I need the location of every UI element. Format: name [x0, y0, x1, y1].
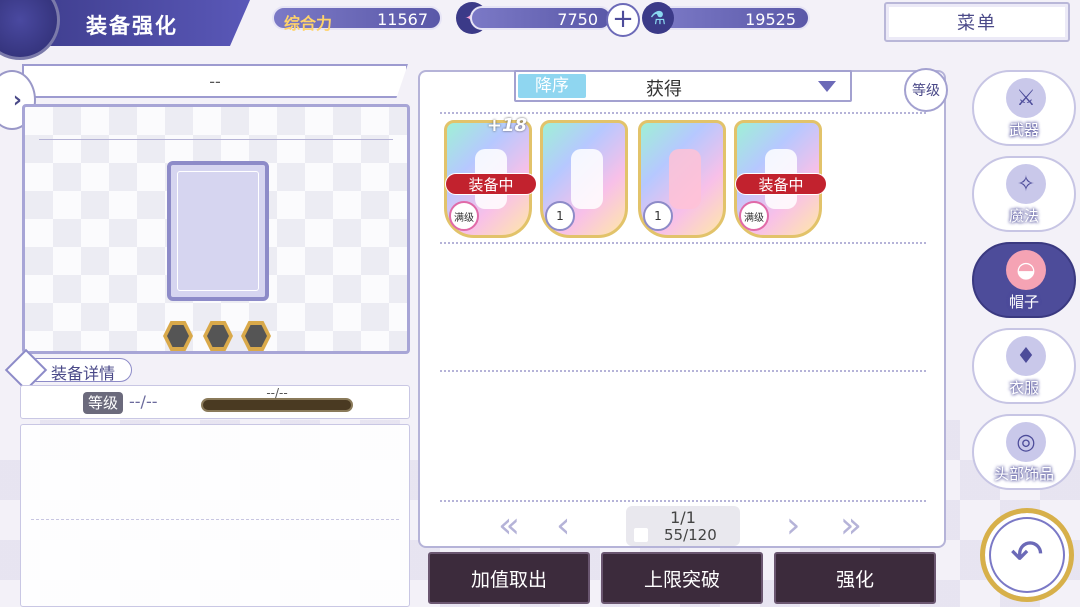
chevron-down-icon[interactable] — [818, 81, 836, 92]
page-title: 装备强化 — [86, 14, 178, 38]
row-divider — [440, 370, 926, 372]
equipped-badge: 装备中 — [735, 173, 827, 195]
currency1-stat: 7750 — [470, 6, 612, 30]
sort-order-button[interactable]: 降序 — [518, 74, 586, 98]
power-label: 综合力 — [284, 14, 333, 33]
equipped-badge: 装备中 — [445, 173, 537, 195]
inventory-item[interactable]: 装备中 满级 — [734, 120, 827, 238]
category-label: 武器 — [1008, 121, 1039, 139]
inventory-item[interactable]: 1 — [540, 120, 628, 238]
item-card-placeholder — [167, 161, 269, 301]
category-label: 头部饰品 — [993, 465, 1054, 483]
page-indicator: 1/1 55/120 — [626, 506, 740, 546]
card-inner-border — [177, 171, 259, 291]
exp-bar: --/-- — [201, 386, 353, 412]
title-emblem-icon — [0, 0, 60, 60]
item-icon — [669, 149, 701, 209]
power-stat: 综合力 11567 — [272, 6, 442, 33]
description-divider — [31, 519, 399, 520]
currency2-stat: 19525 — [656, 6, 810, 30]
item-plus-value: +18 — [486, 115, 527, 136]
exp-text: --/-- — [266, 386, 288, 400]
category-hat[interactable]: ◒ 帽子 — [972, 242, 1076, 318]
magic-card-icon: ✧ — [1006, 164, 1046, 204]
category-weapon[interactable]: ⚔ 武器 — [972, 70, 1076, 146]
clothes-icon: ♦ — [1006, 336, 1046, 376]
page-number: 1/1 — [670, 508, 696, 527]
item-level: 1 — [643, 201, 673, 231]
first-page-icon[interactable]: « — [498, 508, 520, 544]
sort-bar[interactable]: 降序 获得 — [514, 70, 852, 102]
level-filter-button[interactable]: 等级 — [904, 68, 948, 112]
item-name-banner: -- — [22, 64, 408, 98]
socket-slot-icon — [163, 321, 193, 351]
sort-value: 获得 — [646, 79, 682, 100]
add-currency-button[interactable]: + — [606, 3, 640, 37]
preview-divider — [39, 139, 393, 140]
item-name: -- — [209, 72, 221, 91]
item-level: 满级 — [449, 201, 479, 231]
socket-slot-icon — [203, 321, 233, 351]
extract-bonus-button[interactable]: 加值取出 — [428, 552, 590, 604]
equipment-detail-label: 装备详情 — [51, 364, 116, 383]
limit-break-button[interactable]: 上限突破 — [601, 552, 763, 604]
category-label: 衣服 — [1008, 379, 1039, 397]
row-divider — [440, 500, 926, 502]
item-level: 1 — [545, 201, 575, 231]
back-button[interactable]: ↶ — [980, 508, 1074, 602]
category-head-accessory[interactable]: ◎ 头部饰品 — [972, 414, 1076, 490]
enhance-button[interactable]: 强化 — [774, 552, 936, 604]
category-clothes[interactable]: ♦ 衣服 — [972, 328, 1076, 404]
level-value: --/-- — [129, 392, 158, 411]
menu-button[interactable]: 菜单 — [884, 2, 1070, 42]
item-level: 满级 — [739, 201, 769, 231]
inventory-item[interactable]: +18 装备中 满级 — [444, 115, 537, 238]
level-label: 等级 — [83, 392, 123, 414]
equipment-detail-tab[interactable]: 装备详情 — [4, 348, 132, 392]
weapon-icon: ⚔ — [1006, 78, 1046, 118]
category-label: 魔法 — [1008, 207, 1039, 225]
card-count-icon — [634, 528, 648, 542]
row-divider — [440, 112, 926, 114]
potion-icon: ⚗ — [642, 2, 674, 34]
item-count: 55/120 — [664, 526, 717, 544]
item-icon — [571, 149, 603, 209]
level-row: 等级 --/-- --/-- — [20, 385, 410, 419]
prev-page-icon[interactable]: ‹ — [556, 508, 570, 544]
hat-icon: ◒ — [1006, 250, 1046, 290]
row-divider — [440, 242, 926, 244]
item-preview — [22, 104, 410, 354]
category-magic[interactable]: ✧ 魔法 — [972, 156, 1076, 232]
last-page-icon[interactable]: » — [840, 508, 862, 544]
inventory-item[interactable]: 1 — [638, 120, 726, 238]
currency1-value: 7750 — [557, 10, 598, 29]
currency2-value: 19525 — [745, 10, 796, 29]
socket-slot-icon — [241, 321, 271, 351]
next-page-icon[interactable]: › — [786, 508, 800, 544]
glasses-icon: ◎ — [1006, 422, 1046, 462]
description-box — [20, 424, 410, 607]
category-label: 帽子 — [1008, 293, 1039, 311]
power-value: 11567 — [377, 10, 428, 29]
